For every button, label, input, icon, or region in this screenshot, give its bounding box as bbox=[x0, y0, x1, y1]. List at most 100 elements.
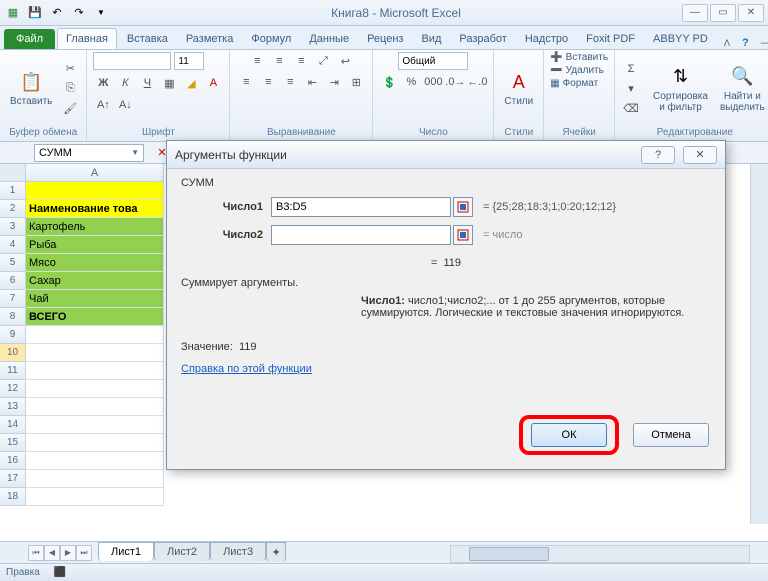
cell[interactable] bbox=[26, 380, 164, 398]
undo-icon[interactable]: ↶ bbox=[48, 4, 66, 22]
merge-icon[interactable]: ⊞ bbox=[346, 73, 366, 91]
align-left-icon[interactable]: ≡ bbox=[236, 73, 256, 91]
sheet-nav-next-icon[interactable]: ▶ bbox=[60, 545, 76, 561]
comma-icon[interactable]: 000 bbox=[423, 73, 443, 91]
align-middle-icon[interactable]: ≡ bbox=[269, 52, 289, 70]
tab-addins[interactable]: Надстро bbox=[517, 29, 576, 49]
row-header[interactable]: 15 bbox=[0, 434, 26, 452]
sheet-nav-last-icon[interactable]: ⏭ bbox=[76, 545, 92, 561]
arg2-refedit-icon[interactable] bbox=[453, 225, 473, 245]
sheet-tab-1[interactable]: Лист1 bbox=[98, 542, 154, 561]
fill-color-icon[interactable]: ◢ bbox=[181, 74, 201, 92]
row-header[interactable]: 3 bbox=[0, 218, 26, 236]
cell[interactable] bbox=[26, 326, 164, 344]
row-header[interactable]: 6 bbox=[0, 272, 26, 290]
number-format-combo[interactable]: Общий bbox=[398, 52, 468, 70]
cells-insert-button[interactable]: ➕Вставить bbox=[550, 52, 608, 63]
underline-button[interactable]: Ч bbox=[137, 74, 157, 92]
sheet-tab-2[interactable]: Лист2 bbox=[154, 542, 210, 561]
wrap-text-icon[interactable]: ↩ bbox=[335, 52, 355, 70]
row-header[interactable]: 8 bbox=[0, 308, 26, 326]
row-header[interactable]: 2 bbox=[0, 200, 26, 218]
row-header[interactable]: 9 bbox=[0, 326, 26, 344]
ribbon-options-icon[interactable]: ᐱ bbox=[724, 38, 730, 49]
ok-button[interactable]: ОК bbox=[531, 423, 607, 447]
tab-foxit[interactable]: Foxit PDF bbox=[578, 29, 643, 49]
new-sheet-icon[interactable]: ✦ bbox=[266, 542, 286, 562]
copy-icon[interactable]: ⎘ bbox=[60, 80, 80, 98]
sheet-tab-3[interactable]: Лист3 bbox=[210, 542, 266, 561]
dialog-titlebar[interactable]: Аргументы функции ? ✕ bbox=[167, 141, 725, 169]
cells-delete-button[interactable]: ➖Удалить bbox=[550, 65, 608, 76]
help-icon[interactable]: ? bbox=[742, 37, 749, 49]
vertical-scrollbar[interactable] bbox=[750, 164, 768, 524]
arg2-input[interactable] bbox=[271, 225, 451, 245]
redo-icon[interactable]: ↷ bbox=[70, 4, 88, 22]
bold-button[interactable]: Ж bbox=[93, 74, 113, 92]
autosum-icon[interactable]: Σ bbox=[621, 60, 641, 78]
orientation-icon[interactable]: ⤢ bbox=[313, 52, 333, 70]
dialog-close-button[interactable]: ✕ bbox=[683, 146, 717, 164]
tab-formulas[interactable]: Формул bbox=[243, 29, 299, 49]
horizontal-scrollbar[interactable] bbox=[450, 545, 750, 563]
tab-layout[interactable]: Разметка bbox=[178, 29, 242, 49]
format-painter-icon[interactable]: 🖌 bbox=[60, 100, 80, 118]
restore-button[interactable]: ▭ bbox=[710, 4, 736, 22]
tab-home[interactable]: Главная bbox=[57, 28, 117, 49]
align-bottom-icon[interactable]: ≡ bbox=[291, 52, 311, 70]
arg1-refedit-icon[interactable] bbox=[453, 197, 473, 217]
sheet-nav-prev-icon[interactable]: ◀ bbox=[44, 545, 60, 561]
shrink-font-icon[interactable]: A↓ bbox=[115, 96, 135, 114]
cell[interactable] bbox=[26, 398, 164, 416]
cell[interactable]: Картофель bbox=[26, 218, 164, 236]
cell[interactable]: ВСЕГО bbox=[26, 308, 164, 326]
window-min-icon[interactable]: — bbox=[761, 37, 768, 49]
qat-dropdown-icon[interactable]: ▼ bbox=[92, 4, 110, 22]
tab-insert[interactable]: Вставка bbox=[119, 29, 176, 49]
cell[interactable]: Наименование това bbox=[26, 200, 164, 218]
row-header[interactable]: 12 bbox=[0, 380, 26, 398]
clear-icon[interactable]: ⌫ bbox=[621, 100, 641, 118]
row-header[interactable]: 7 bbox=[0, 290, 26, 308]
cell[interactable] bbox=[26, 470, 164, 488]
cell[interactable] bbox=[26, 344, 164, 362]
align-top-icon[interactable]: ≡ bbox=[247, 52, 267, 70]
cells-format-button[interactable]: ▦Формат bbox=[550, 78, 608, 89]
sort-filter-button[interactable]: ⇅ Сортировка и фильтр bbox=[649, 63, 712, 115]
cell[interactable] bbox=[26, 434, 164, 452]
align-center-icon[interactable]: ≡ bbox=[258, 73, 278, 91]
indent-dec-icon[interactable]: ⇤ bbox=[302, 73, 322, 91]
find-select-button[interactable]: 🔍 Найти и выделить bbox=[716, 63, 768, 115]
cell[interactable] bbox=[26, 362, 164, 380]
macro-record-icon[interactable]: ⬛ bbox=[54, 567, 66, 578]
currency-icon[interactable]: 💲 bbox=[379, 73, 399, 91]
font-size-combo[interactable]: 11 bbox=[174, 52, 204, 70]
indent-inc-icon[interactable]: ⇥ bbox=[324, 73, 344, 91]
row-header[interactable]: 17 bbox=[0, 470, 26, 488]
row-header[interactable]: 13 bbox=[0, 398, 26, 416]
row-header[interactable]: 16 bbox=[0, 452, 26, 470]
tab-file[interactable]: Файл bbox=[4, 29, 55, 49]
font-name-combo[interactable] bbox=[93, 52, 171, 70]
tab-abbyy[interactable]: ABBYY PD bbox=[645, 29, 716, 49]
inc-decimal-icon[interactable]: .0→ bbox=[445, 73, 465, 91]
dec-decimal-icon[interactable]: ←.0 bbox=[467, 73, 487, 91]
cell[interactable]: Сахар bbox=[26, 272, 164, 290]
name-box[interactable]: СУММ ▼ bbox=[34, 144, 144, 162]
select-all-corner[interactable] bbox=[0, 164, 26, 182]
align-right-icon[interactable]: ≡ bbox=[280, 73, 300, 91]
cell[interactable]: Чай bbox=[26, 290, 164, 308]
function-help-link[interactable]: Справка по этой функции bbox=[181, 363, 312, 375]
cell[interactable]: Рыба bbox=[26, 236, 164, 254]
tab-view[interactable]: Вид bbox=[413, 29, 449, 49]
cell[interactable] bbox=[26, 182, 164, 200]
namebox-dropdown-icon[interactable]: ▼ bbox=[131, 148, 139, 157]
cancel-button[interactable]: Отмена bbox=[633, 423, 709, 447]
border-icon[interactable]: ▦ bbox=[159, 74, 179, 92]
row-header[interactable]: 1 bbox=[0, 182, 26, 200]
cell[interactable] bbox=[26, 416, 164, 434]
cell[interactable]: Мясо bbox=[26, 254, 164, 272]
row-header[interactable]: 11 bbox=[0, 362, 26, 380]
fill-icon[interactable]: ▾ bbox=[621, 80, 641, 98]
row-header[interactable]: 18 bbox=[0, 488, 26, 506]
